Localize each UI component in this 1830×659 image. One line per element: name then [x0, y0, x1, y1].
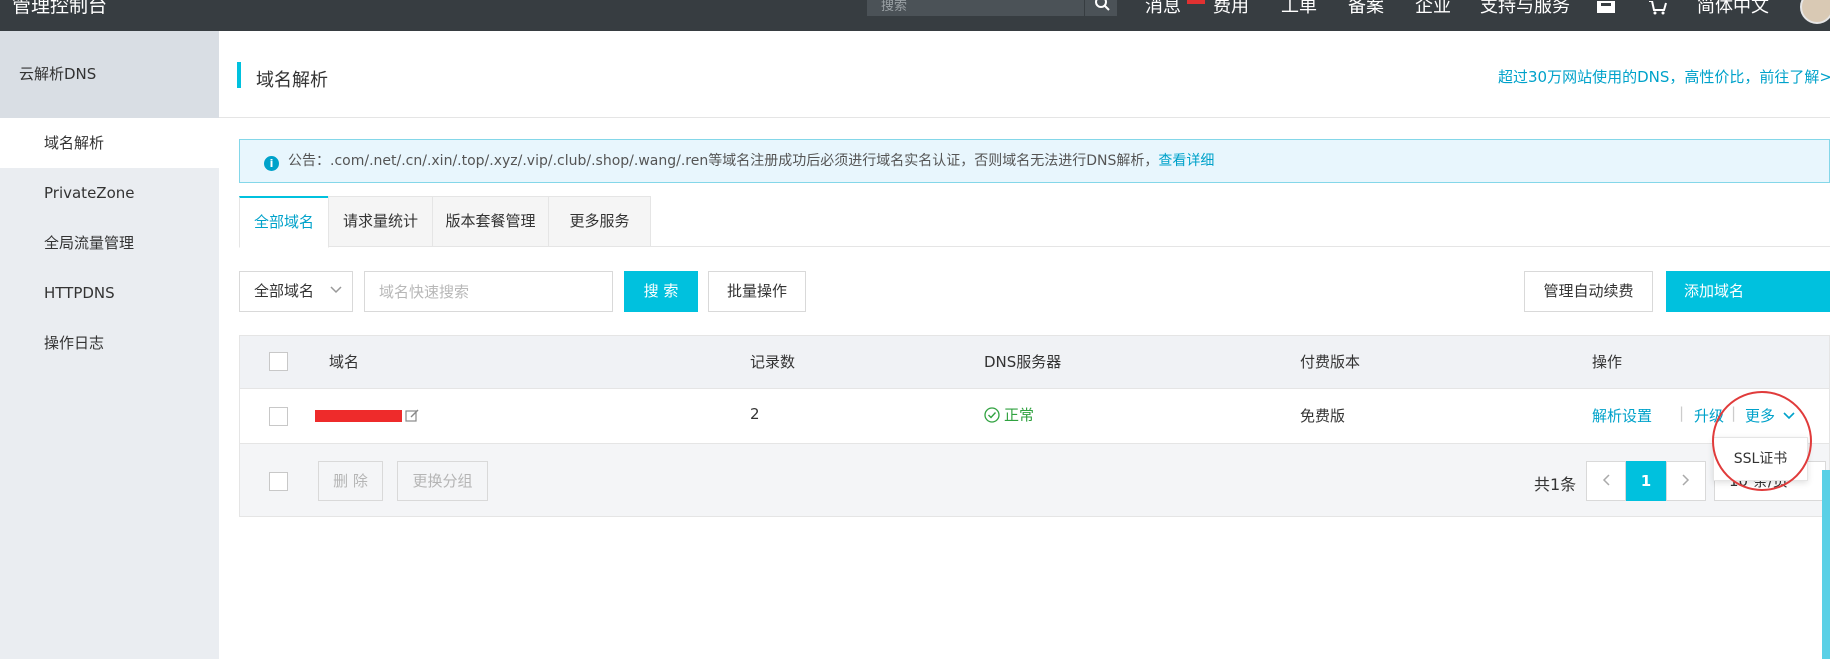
sidebar-item-domain-resolution[interactable]: 域名解析 — [0, 118, 219, 168]
change-group-button[interactable]: 更换分组 — [397, 461, 488, 501]
footer-select-checkbox[interactable] — [269, 472, 288, 491]
search-button[interactable]: 搜 索 — [624, 271, 698, 312]
domain-table: 域名 记录数 DNS服务器 付费版本 操作 2 正常 免费版 解析设置 | 升级… — [239, 335, 1830, 517]
tab-request-stats[interactable]: 请求量统计 — [328, 196, 433, 247]
dns-status: 正常 — [984, 404, 1034, 425]
sidebar-item-privatezone[interactable]: PrivateZone — [0, 168, 219, 218]
page-title: 域名解析 — [256, 70, 328, 91]
notice-banner: i 公告：.com/.net/.cn/.xin/.top/.xyz/.vip/.c… — [239, 139, 1830, 183]
chevron-left-icon — [1602, 474, 1610, 486]
add-domain-button[interactable]: 添加域名 — [1666, 271, 1830, 312]
chevron-down-icon — [330, 286, 342, 294]
info-icon: i — [264, 156, 279, 171]
resolution-settings-link[interactable]: 解析设置 — [1592, 405, 1652, 426]
sidebar-item-httpdns[interactable]: HTTPDNS — [0, 268, 219, 318]
domain-search-input[interactable] — [364, 271, 613, 312]
tab-bar: 全部域名 请求量统计 版本套餐管理 更多服务 — [239, 196, 1830, 248]
page-1-button[interactable]: 1 — [1626, 461, 1666, 501]
side-feedback-strip[interactable] — [1822, 470, 1830, 659]
prev-page-button[interactable] — [1586, 461, 1626, 501]
nav-enterprise[interactable]: 企业 — [1415, 0, 1451, 18]
total-count: 共1条 — [1534, 475, 1577, 494]
sidebar-item-operation-log[interactable]: 操作日志 — [0, 318, 219, 368]
language-switch[interactable]: 简体中文 — [1697, 0, 1769, 18]
delete-button[interactable]: 删 除 — [318, 461, 383, 501]
edit-icon[interactable] — [405, 408, 420, 423]
select-all-checkbox[interactable] — [269, 352, 288, 371]
main-content: 域名解析 超过30万网站使用的DNS，高性价比，前往了解>> i 公告：.com/… — [219, 31, 1830, 659]
auto-renew-button[interactable]: 管理自动续费 — [1524, 271, 1653, 312]
action-divider: | — [1679, 404, 1685, 422]
sidebar-header: 云解析DNS — [0, 31, 219, 118]
nav-icp[interactable]: 备案 — [1348, 0, 1384, 18]
nav-messages[interactable]: 消息 — [1145, 0, 1181, 18]
notice-detail-link[interactable]: 查看详细 — [1158, 153, 1214, 169]
notification-icon[interactable] — [1596, 0, 1616, 19]
check-circle-icon — [984, 407, 1000, 423]
row-checkbox[interactable] — [269, 407, 288, 426]
nav-billing[interactable]: 费用 — [1213, 0, 1249, 18]
col-actions: 操作 — [1592, 353, 1623, 371]
chevron-right-icon — [1682, 474, 1690, 486]
next-page-button[interactable] — [1666, 461, 1706, 501]
console-brand[interactable]: 管理控制台 — [12, 0, 107, 18]
title-accent-bar — [237, 62, 241, 88]
notice-text: 公告：.com/.net/.cn/.xin/.top/.xyz/.vip/.cl… — [288, 153, 1159, 169]
col-records: 记录数 — [750, 353, 796, 371]
message-badge — [1187, 0, 1205, 4]
global-search-button[interactable] — [1085, 0, 1117, 16]
col-domain: 域名 — [329, 353, 360, 371]
table-header: 域名 记录数 DNS服务器 付费版本 操作 — [240, 336, 1829, 388]
promo-link[interactable]: 超过30万网站使用的DNS，高性价比，前往了解>> — [1498, 66, 1830, 87]
col-plan: 付费版本 — [1300, 353, 1361, 371]
annotation-circle — [1712, 391, 1812, 491]
table-footer: 删 除 更换分组 共1条 1 10 条/页 — [240, 444, 1829, 518]
plan-version: 免费版 — [1300, 407, 1346, 425]
user-avatar[interactable] — [1800, 0, 1830, 24]
redacted-domain-name — [315, 410, 402, 422]
table-row: 2 正常 免费版 解析设置 | 升级 | 更多 — [240, 388, 1829, 444]
col-dns-server: DNS服务器 — [984, 353, 1062, 371]
search-icon — [1095, 0, 1110, 11]
batch-operation-button[interactable]: 批量操作 — [708, 271, 806, 312]
dns-status-text: 正常 — [1004, 406, 1035, 424]
domain-filter-value: 全部域名 — [254, 282, 315, 300]
tab-all-domains[interactable]: 全部域名 — [239, 196, 329, 248]
cart-icon[interactable] — [1648, 0, 1668, 19]
top-navbar: 管理控制台 搜索 消息 费用 工单 备案 企业 支持与服务 简体中文 — [0, 0, 1830, 31]
global-search-input[interactable]: 搜索 — [867, 0, 1084, 16]
tab-more-services[interactable]: 更多服务 — [548, 196, 651, 247]
sidebar-item-global-traffic[interactable]: 全局流量管理 — [0, 218, 219, 268]
sidebar: 云解析DNS 域名解析 PrivateZone 全局流量管理 HTTPDNS 操… — [0, 31, 219, 659]
nav-tickets[interactable]: 工单 — [1281, 0, 1317, 18]
domain-filter-dropdown[interactable]: 全部域名 — [239, 271, 353, 312]
record-count: 2 — [750, 405, 760, 423]
nav-support[interactable]: 支持与服务 — [1480, 0, 1570, 18]
page-header: 域名解析 超过30万网站使用的DNS，高性价比，前往了解>> — [219, 31, 1830, 118]
tab-plan-management[interactable]: 版本套餐管理 — [432, 196, 549, 247]
